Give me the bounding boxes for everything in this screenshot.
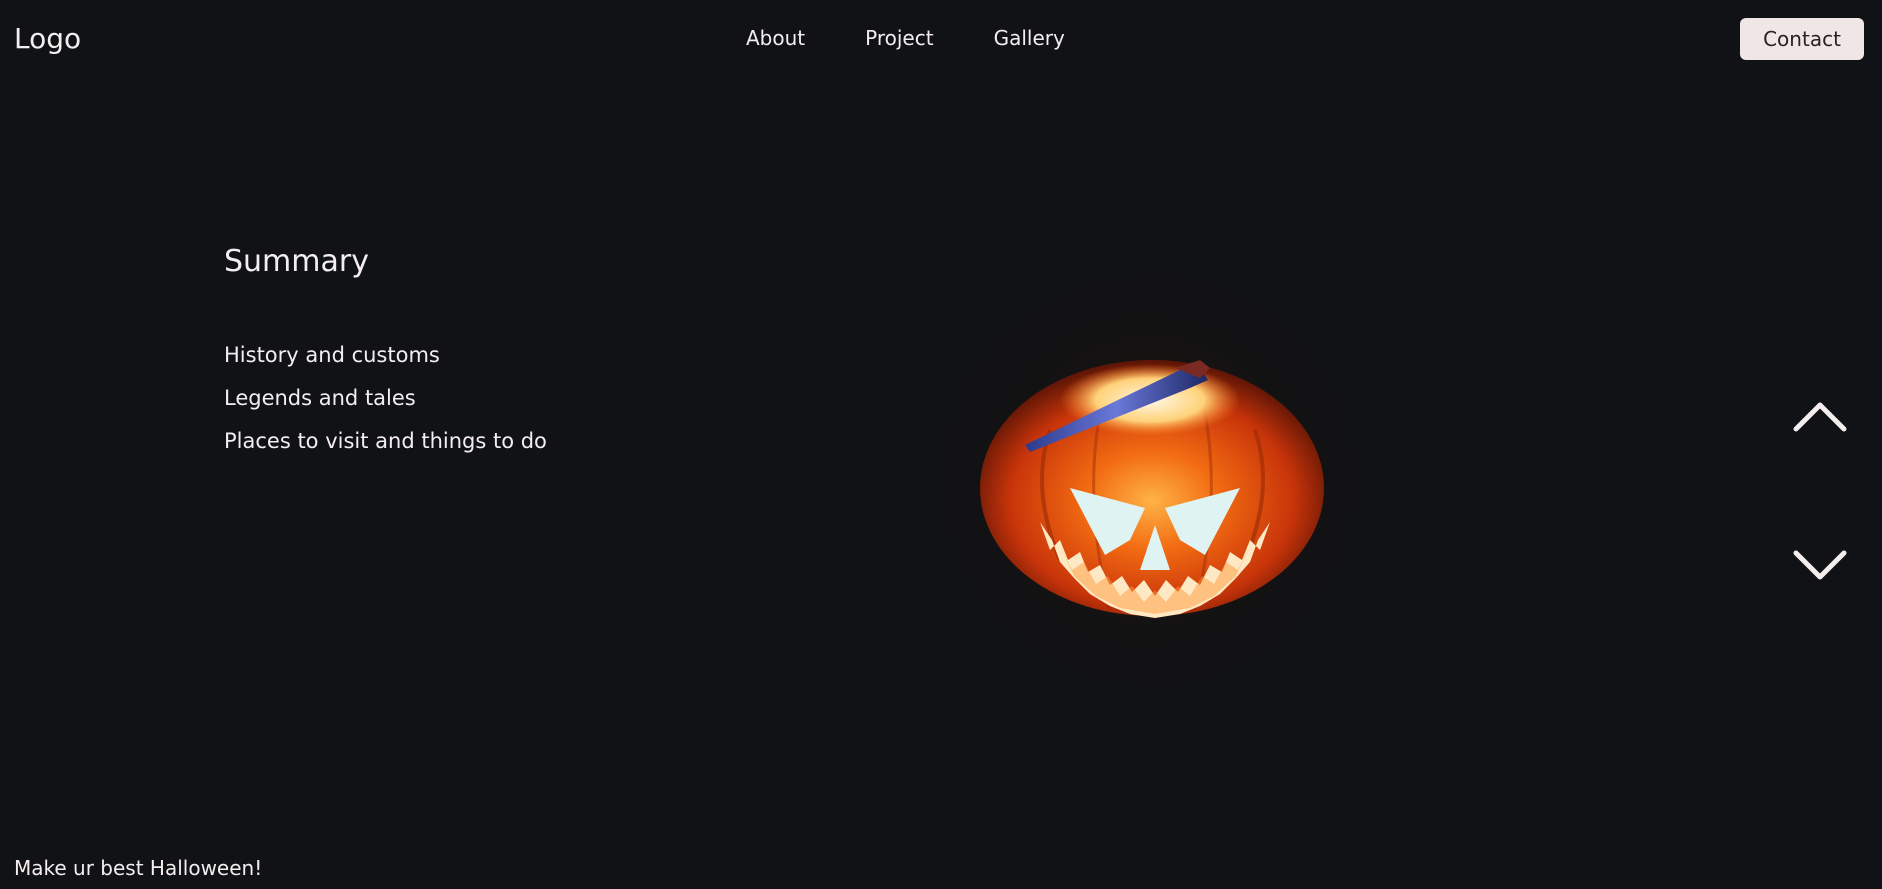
summary-list: History and customs Legends and tales Pl… xyxy=(224,340,547,469)
summary-item-legends[interactable]: Legends and tales xyxy=(224,383,547,426)
main-nav: About Project Gallery xyxy=(746,26,1125,50)
scroll-down-button[interactable] xyxy=(1792,549,1848,583)
page: Logo About Project Gallery Contact Summa… xyxy=(0,0,1882,889)
pumpkin-illustration xyxy=(910,250,1390,730)
nav-link-gallery[interactable]: Gallery xyxy=(994,26,1065,50)
summary-item-history[interactable]: History and customs xyxy=(224,340,547,383)
footer-tagline: Make ur best Halloween! xyxy=(14,856,263,880)
jack-o-lantern-pumpkin-image xyxy=(900,240,1400,740)
scroll-up-button[interactable] xyxy=(1792,399,1848,433)
chevron-up-icon xyxy=(1793,402,1847,432)
nav-link-project[interactable]: Project xyxy=(865,26,933,50)
logo-link[interactable]: Logo xyxy=(14,22,81,55)
summary-item-places[interactable]: Places to visit and things to do xyxy=(224,426,547,469)
summary-title: Summary xyxy=(224,244,369,279)
contact-button[interactable]: Contact xyxy=(1740,18,1864,60)
chevron-down-icon xyxy=(1793,550,1847,580)
nav-link-about[interactable]: About xyxy=(746,26,805,50)
